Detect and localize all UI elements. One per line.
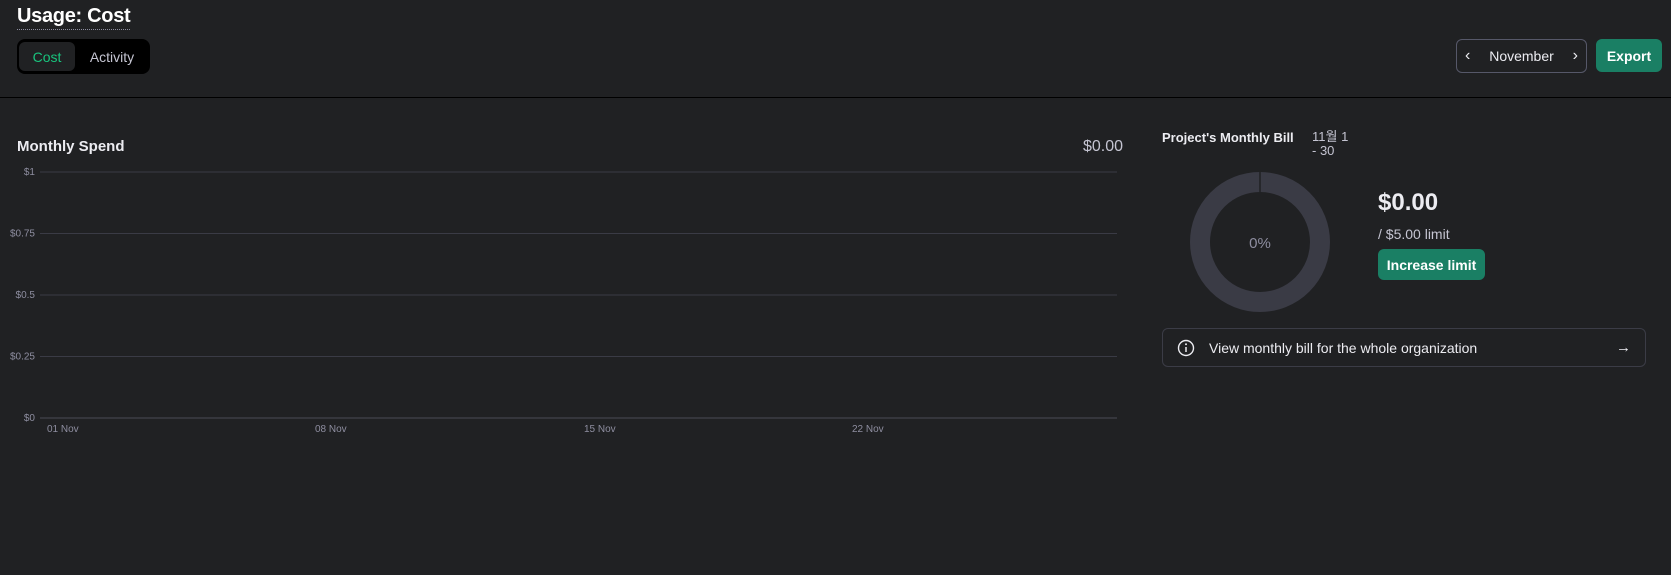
- x-tick-label: 22 Nov: [852, 424, 884, 435]
- page-title: Usage: Cost: [17, 4, 131, 30]
- y-tick-label: $0.5: [16, 290, 36, 301]
- y-tick-label: $0.75: [10, 229, 35, 240]
- chevron-left-icon[interactable]: ‹: [1465, 48, 1470, 64]
- bill-limit: / $5.00 limit: [1378, 226, 1450, 242]
- chart-title: Monthly Spend: [17, 138, 125, 155]
- y-tick-label: $1: [24, 167, 36, 178]
- bill-title: Project's Monthly Bill: [1162, 130, 1294, 145]
- x-tick-label: 08 Nov: [315, 424, 347, 435]
- chart-total: $0.00: [1082, 138, 1123, 155]
- org-bill-label: View monthly bill for the whole organiza…: [1209, 339, 1478, 356]
- usage-donut: 0%: [1190, 172, 1330, 312]
- donut-percent: 0%: [1249, 235, 1271, 252]
- x-tick-label: 15 Nov: [584, 424, 616, 435]
- increase-limit-button[interactable]: Increase limit: [1378, 249, 1485, 280]
- month-label: November: [1489, 48, 1554, 64]
- y-tick-label: $0: [24, 413, 36, 424]
- tab-activity[interactable]: Activity: [77, 42, 147, 71]
- bill-range: 11월 1 - 30: [1312, 129, 1349, 158]
- month-picker: ‹ November ›: [1456, 39, 1587, 73]
- header-divider: [0, 97, 1671, 98]
- monthly-spend-chart: $1 $0.75 $0.5 $0.25 $0 01 Nov 08 Nov 15 Nov 22 N…: [10, 167, 1117, 435]
- info-icon: [1177, 339, 1195, 356]
- export-button[interactable]: Export: [1596, 39, 1662, 72]
- y-tick-label: $0.25: [10, 352, 35, 363]
- view-toggle: Cost Activity: [17, 39, 150, 74]
- bill-amount: $0.00: [1378, 189, 1439, 216]
- chevron-right-icon[interactable]: ›: [1573, 48, 1578, 64]
- arrow-right-icon: →: [1616, 339, 1631, 356]
- org-bill-link[interactable]: View monthly bill for the whole organiza…: [1162, 328, 1646, 367]
- x-tick-label: 01 Nov: [47, 424, 79, 435]
- tab-cost[interactable]: Cost: [19, 42, 75, 71]
